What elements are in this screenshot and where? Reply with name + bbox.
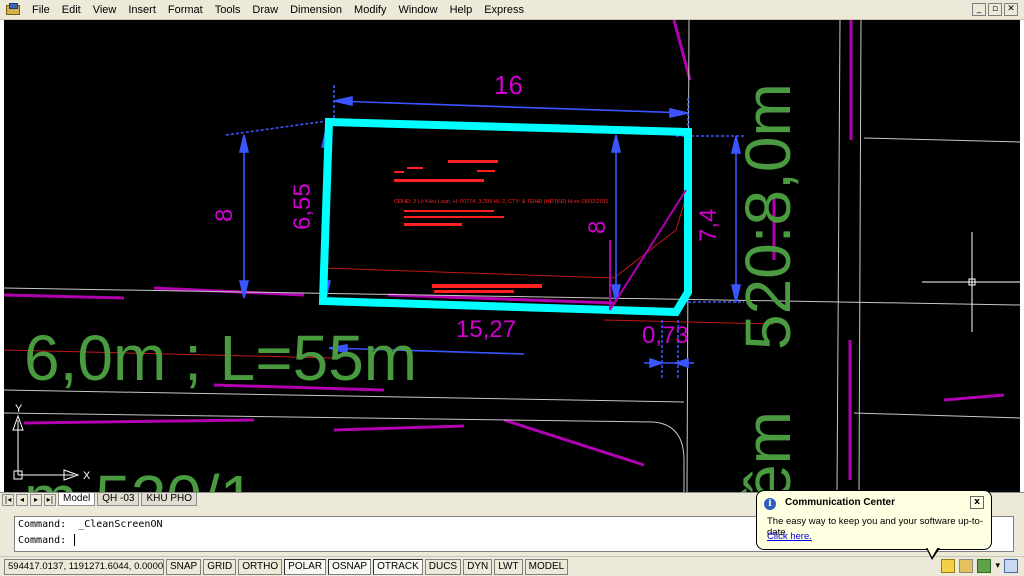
menu-view[interactable]: View bbox=[87, 0, 123, 20]
grid-toggle[interactable]: GRID bbox=[203, 558, 237, 575]
street-label-vertical-lower: ềm bbox=[732, 411, 804, 492]
last-layout-button[interactable]: ▸| bbox=[44, 493, 56, 506]
menu-modify[interactable]: Modify bbox=[348, 0, 392, 20]
ucs-axis-y: Y bbox=[15, 403, 23, 415]
dim-top-width: 16 bbox=[494, 70, 523, 100]
street-label-bottom: m 520/1 bbox=[24, 462, 255, 492]
tab-khu-pho[interactable]: KHU PHO bbox=[141, 493, 198, 506]
command-caret bbox=[74, 534, 76, 546]
polar-toggle[interactable]: POLAR bbox=[284, 558, 327, 575]
dim-left-height-outer: 8 bbox=[211, 209, 238, 222]
menu-insert[interactable]: Insert bbox=[122, 0, 162, 20]
parcel-outline[interactable] bbox=[318, 117, 692, 317]
snap-toggle[interactable]: SNAP bbox=[166, 558, 202, 575]
otrack-toggle[interactable]: OTRACK bbox=[373, 558, 423, 575]
prev-layout-button[interactable]: ◂ bbox=[16, 493, 28, 506]
crosshair-cursor-icon bbox=[922, 232, 1020, 332]
osnap-toggle[interactable]: OSNAP bbox=[328, 558, 372, 575]
menu-window[interactable]: Window bbox=[392, 0, 443, 20]
tab-model[interactable]: Model bbox=[58, 493, 96, 506]
menu-help[interactable]: Help bbox=[444, 0, 479, 20]
menu-format[interactable]: Format bbox=[162, 0, 209, 20]
menu-tools[interactable]: Tools bbox=[209, 0, 247, 20]
tray-menu-arrow-icon[interactable]: ▾ bbox=[995, 561, 1000, 571]
ducs-toggle[interactable]: DUCS bbox=[424, 558, 462, 575]
menu-express[interactable]: Express bbox=[478, 0, 530, 20]
dim-corner-offset: 0,73 bbox=[642, 322, 689, 349]
warning-icon[interactable] bbox=[941, 559, 956, 573]
communication-center-balloon[interactable]: i Communication Center x The easy way to… bbox=[756, 490, 992, 550]
balloon-title: Communication Center bbox=[785, 497, 896, 508]
street-label-vertical: 520:8,0m bbox=[732, 83, 804, 350]
dim-bottom-width: 15,27 bbox=[456, 316, 516, 343]
lock-icon[interactable] bbox=[959, 559, 974, 573]
lwt-toggle[interactable]: LWT bbox=[494, 558, 523, 575]
minimize-button[interactable]: _ bbox=[972, 3, 986, 16]
dim-left-height-inner: 6,55 bbox=[289, 183, 316, 230]
info-icon: i bbox=[764, 498, 776, 510]
download-icon[interactable] bbox=[977, 559, 992, 573]
dim-inner-height: 8 bbox=[584, 221, 611, 234]
balloon-close-button[interactable]: x bbox=[970, 496, 984, 509]
drawing-svg: CĐHĐ: 3 Lô Kiều Loan, H: 00774, 3.205 HL… bbox=[4, 20, 1020, 492]
menu-bar: File Edit View Insert Format Tools Draw … bbox=[0, 0, 1024, 20]
menu-file[interactable]: File bbox=[26, 0, 56, 20]
dyn-toggle[interactable]: DYN bbox=[463, 558, 493, 575]
autocad-app-icon[interactable] bbox=[6, 2, 22, 17]
document-window-controls: _ ▫ ✕ bbox=[972, 3, 1018, 16]
next-layout-button[interactable]: ▸ bbox=[30, 493, 42, 506]
parcel-note-main: CĐHĐ: 3 Lô Kiều Loan, H: 00774, 3.205 HL… bbox=[394, 199, 609, 205]
menu-draw[interactable]: Draw bbox=[246, 0, 284, 20]
restore-button[interactable]: ▫ bbox=[988, 3, 1002, 16]
street-label-horizontal: 6,0m ; L=55m bbox=[24, 322, 417, 394]
menu-edit[interactable]: Edit bbox=[56, 0, 87, 20]
window-icon[interactable] bbox=[1004, 559, 1018, 573]
status-tray: ▾ bbox=[941, 559, 1018, 573]
first-layout-button[interactable]: |◂ bbox=[2, 493, 14, 506]
drawing-canvas[interactable]: CĐHĐ: 3 Lô Kiều Loan, H: 00774, 3.205 HL… bbox=[4, 20, 1020, 492]
ortho-toggle[interactable]: ORTHO bbox=[238, 558, 283, 575]
status-bar: 594417.0137, 1191271.6044, 0.0000 SNAP G… bbox=[0, 556, 1024, 576]
menu-dimension[interactable]: Dimension bbox=[284, 0, 348, 20]
dim-right-height: 7,4 bbox=[695, 209, 722, 242]
tab-qh-03[interactable]: QH -03 bbox=[97, 493, 140, 506]
coordinate-readout[interactable]: 594417.0137, 1191271.6044, 0.0000 bbox=[4, 558, 164, 575]
balloon-tail-inner bbox=[927, 547, 938, 557]
model-toggle[interactable]: MODEL bbox=[524, 558, 569, 575]
close-document-button[interactable]: ✕ bbox=[1004, 3, 1018, 16]
balloon-link[interactable]: Click here. bbox=[767, 531, 812, 542]
ucs-axis-x: X bbox=[83, 470, 91, 482]
command-prompt: Command: bbox=[18, 535, 73, 546]
